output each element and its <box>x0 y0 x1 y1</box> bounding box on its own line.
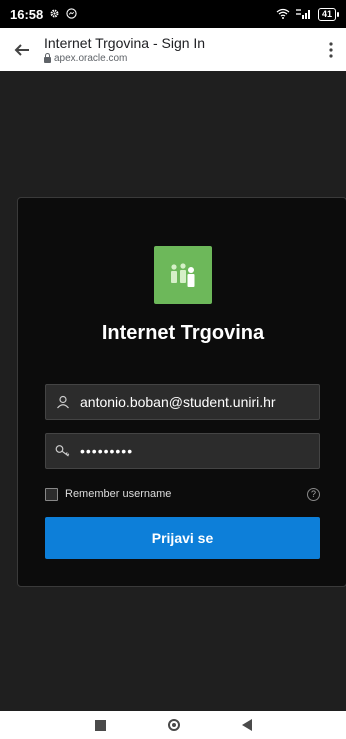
back-triangle-icon[interactable] <box>241 719 252 731</box>
remember-checkbox[interactable] <box>45 487 58 501</box>
username-input[interactable] <box>80 394 319 410</box>
remember-row: Remember username ? <box>45 485 320 503</box>
password-field[interactable] <box>45 433 320 469</box>
key-icon <box>46 444 80 458</box>
settings-gear-icon <box>49 7 60 22</box>
help-icon[interactable]: ? <box>307 487 320 501</box>
page-title: Internet Trgovina - Sign In <box>44 34 206 51</box>
recents-square-icon[interactable] <box>94 719 106 731</box>
page-content: Internet Trgovina Remember username ? Pr… <box>0 71 346 711</box>
home-circle-icon[interactable] <box>167 719 180 731</box>
status-time: 16:58 <box>10 6 44 22</box>
user-icon <box>46 395 80 409</box>
remember-label[interactable]: Remember username <box>65 488 171 500</box>
app-logo-people-icon <box>154 246 212 304</box>
status-bar: 16:58 41 <box>0 0 346 28</box>
app-title: Internet Trgovina <box>101 322 265 344</box>
url-block[interactable]: Internet Trgovina - Sign In apex.oracle.… <box>44 35 316 65</box>
password-input[interactable] <box>80 443 319 459</box>
android-nav-bar <box>0 711 346 739</box>
username-field[interactable] <box>45 384 320 420</box>
lock-icon <box>44 52 51 63</box>
page-url-row: apex.oracle.com <box>44 52 316 65</box>
messenger-icon <box>66 7 77 22</box>
status-left: 16:58 <box>10 7 77 22</box>
browser-toolbar: Internet Trgovina - Sign In apex.oracle.… <box>0 28 346 71</box>
overflow-menu-icon[interactable] <box>316 28 346 71</box>
battery-icon: 41 <box>317 7 340 21</box>
signin-button[interactable]: Prijavi se <box>45 517 320 559</box>
wifi-icon <box>276 7 290 22</box>
status-right: 41 <box>276 7 340 22</box>
back-arrow-icon[interactable] <box>0 28 44 71</box>
page-url: apex.oracle.com <box>54 52 128 64</box>
signal-icon <box>295 7 312 22</box>
login-card: Internet Trgovina Remember username ? Pr… <box>17 197 346 587</box>
